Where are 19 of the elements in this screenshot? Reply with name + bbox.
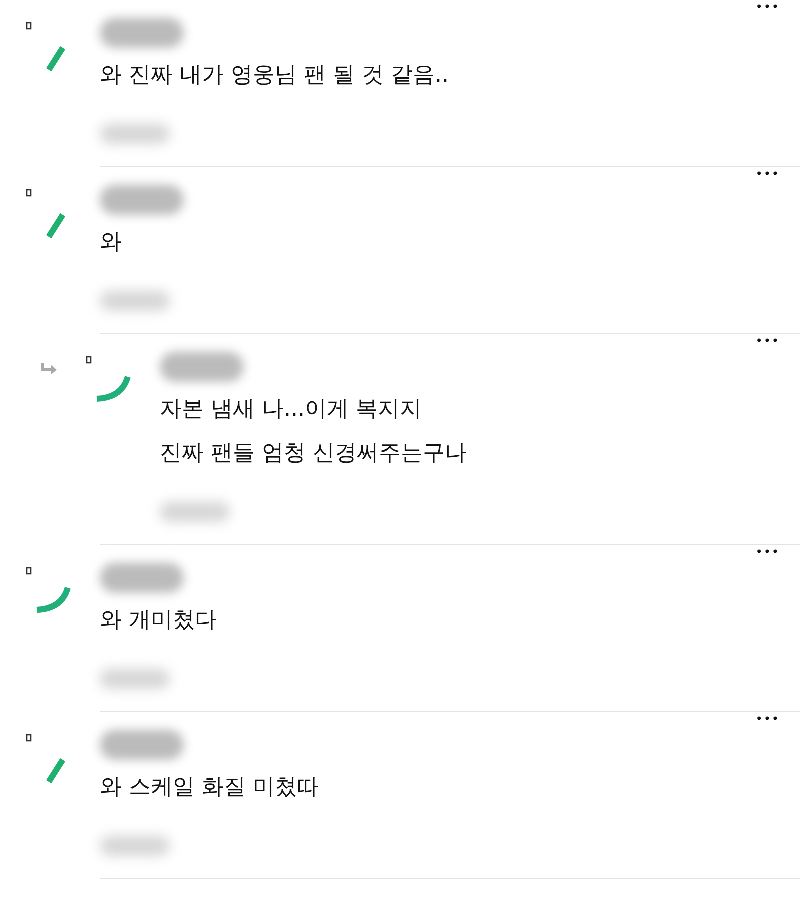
slash-icon <box>45 757 67 785</box>
more-options-button[interactable]: ••• <box>756 334 780 348</box>
broken-image-icon <box>26 734 32 742</box>
comment-text: 와 <box>100 229 123 257</box>
more-options-button[interactable]: ••• <box>756 545 780 559</box>
more-options-button[interactable]: ••• <box>756 0 780 14</box>
slash-icon <box>45 212 67 240</box>
more-options-button[interactable]: ••• <box>756 712 780 726</box>
comment-text: 와 개미쳤다 <box>100 607 218 635</box>
comment-text: 와 진짜 내가 영웅님 팬 될 것 같음.. <box>100 62 450 90</box>
broken-image-icon <box>26 189 32 197</box>
broken-image-icon <box>26 567 32 575</box>
slash-icon <box>45 45 67 73</box>
comment-text: 와 스케일 화질 미쳤따 <box>100 774 320 802</box>
broken-image-icon <box>86 356 92 364</box>
more-options-button[interactable]: ••• <box>756 167 780 181</box>
comment-text: 진짜 팬들 엄청 신경써주는구나 <box>160 440 468 468</box>
broken-image-icon <box>26 22 32 30</box>
comment-text: 자본 냄새 나...이게 복지지 <box>160 396 423 424</box>
